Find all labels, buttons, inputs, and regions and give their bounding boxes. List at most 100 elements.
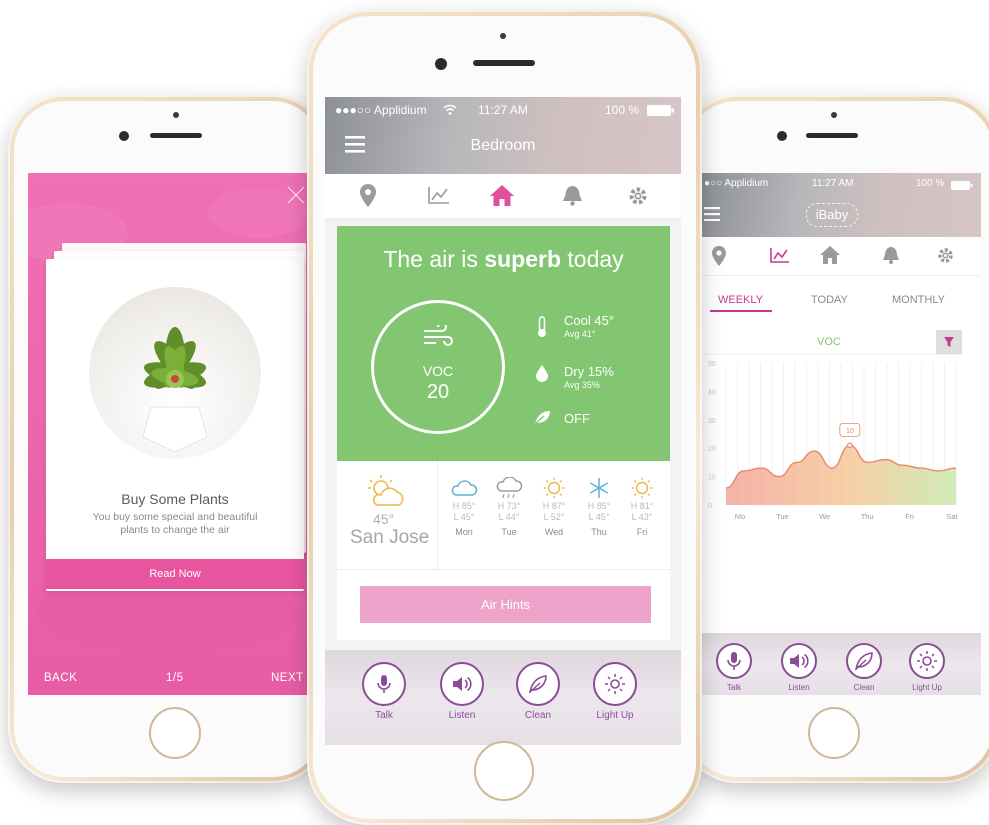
center-tabbar	[325, 174, 681, 219]
light-up-label: Light Up	[912, 683, 942, 692]
temperature-avg: Avg 41°	[564, 329, 596, 339]
partly-sunny-icon	[368, 475, 404, 506]
gear-icon[interactable]	[628, 186, 648, 206]
card-body-line-1: You buy some special and beautiful	[92, 511, 258, 523]
y-tick-label: 0	[708, 503, 712, 510]
next-button[interactable]: NEXT	[271, 672, 304, 684]
wind-icon	[424, 325, 453, 346]
right-menu-icon[interactable]	[704, 207, 720, 221]
talk-icon[interactable]	[716, 643, 752, 679]
segment-active-underline	[710, 310, 772, 312]
center-front-camera	[435, 58, 447, 70]
sun-icon	[534, 477, 574, 501]
light-up-action[interactable]: Light Up	[585, 662, 645, 721]
filter-icon	[944, 337, 954, 347]
forecast-day: H 85° L 45° Thu	[579, 477, 619, 537]
light-up-label: Light Up	[596, 710, 634, 721]
humidity-value: Dry 15%	[564, 364, 614, 379]
voc-gauge: VOC 20	[371, 300, 505, 434]
forecast-low: L 44°	[498, 512, 520, 522]
talk-label: Talk	[375, 710, 393, 721]
read-now-button[interactable]: Read Now	[46, 559, 304, 589]
filter-button[interactable]	[936, 330, 962, 354]
forecast-high: H 73°	[497, 501, 521, 511]
y-tick-label: 20	[708, 446, 716, 453]
listen-label: Listen	[448, 710, 476, 721]
voc-value: 20	[426, 381, 450, 403]
droplet-icon	[536, 365, 548, 382]
light-up-icon[interactable]	[909, 643, 945, 679]
chart-icon[interactable]	[770, 247, 790, 263]
rain-icon	[489, 476, 529, 501]
air-hints-button[interactable]: Air Hints	[360, 586, 651, 623]
x-tick-label: Thu	[861, 512, 874, 521]
listen-icon[interactable]	[781, 643, 817, 679]
y-tick-label: 10	[708, 475, 716, 482]
current-temperature: 45°	[373, 511, 395, 527]
forecast-day: H 87° L 52° Wed	[534, 477, 574, 537]
clean-label: Clean	[853, 683, 875, 692]
right-home-button[interactable]	[808, 707, 860, 759]
clean-icon[interactable]	[516, 662, 560, 706]
chart-icon[interactable]	[428, 186, 450, 204]
left-front-camera	[119, 131, 129, 141]
forecast-day-name: Wed	[544, 527, 564, 537]
home-icon[interactable]	[820, 246, 840, 264]
x-tick-label: We	[819, 512, 830, 521]
center-screen: ●●●○○ Applidium 11:27 AM 100 % Bedroom T…	[325, 97, 681, 745]
talk-action[interactable]: Talk	[354, 662, 414, 721]
segment-today[interactable]: TODAY	[811, 294, 848, 306]
listen-action[interactable]: Listen	[432, 662, 492, 721]
segment-weekly[interactable]: WEEKLY	[718, 294, 763, 306]
voc-chart: 0 10 20 30 40 50 10 Mo Tue We Thu Fri Sat	[708, 361, 959, 521]
center-sensor	[500, 33, 506, 39]
clean-action[interactable]: Clean	[838, 643, 890, 692]
listen-icon[interactable]	[440, 662, 484, 706]
forecast-low: L 45°	[453, 512, 475, 522]
center-home-button[interactable]	[474, 741, 534, 801]
forecast-low: L 45°	[588, 512, 610, 522]
listen-label: Listen	[788, 683, 810, 692]
status-time: 11:27 AM	[478, 103, 528, 117]
forecast-high: H 85°	[587, 501, 611, 511]
clean-icon[interactable]	[846, 643, 882, 679]
succulent-icon	[142, 327, 208, 453]
listen-action[interactable]: Listen	[773, 643, 825, 692]
left-speaker	[150, 133, 202, 138]
clean-action[interactable]: Clean	[508, 662, 568, 721]
bell-icon[interactable]	[563, 186, 582, 206]
x-tick-label: Fri	[905, 512, 914, 521]
talk-icon[interactable]	[362, 662, 406, 706]
location-icon[interactable]	[712, 246, 726, 266]
purifier-status: OFF	[564, 411, 590, 426]
wifi-icon	[443, 104, 457, 115]
weather-panel: 45° San Jose H 85° L 45° Mon H 73° L 44° Tue H…	[337, 461, 670, 569]
forecast-day-name: Tue	[501, 527, 517, 537]
forecast-high: H 87°	[542, 501, 566, 511]
cloud-icon	[444, 477, 484, 501]
left-home-button[interactable]	[149, 707, 201, 759]
forecast-day-name: Fri	[636, 527, 648, 537]
talk-action[interactable]: Talk	[708, 643, 760, 692]
status-battery: 100 %	[605, 103, 640, 117]
right-front-camera	[777, 131, 787, 141]
city-name: San Jose	[350, 527, 430, 548]
y-tick-label: 30	[708, 418, 716, 425]
home-icon[interactable]	[490, 185, 514, 206]
forecast-day: H 73° L 44° Tue	[489, 476, 529, 537]
air-quality-headline: The air is superb today	[383, 246, 624, 272]
light-up-icon[interactable]	[593, 662, 637, 706]
center-speaker	[473, 60, 535, 66]
close-icon[interactable]	[286, 185, 306, 205]
status-carrier: ●●●○○ Applidium	[335, 103, 427, 117]
leaf-icon	[534, 411, 550, 425]
snow-icon	[579, 477, 619, 501]
bell-icon[interactable]	[883, 247, 899, 264]
back-button[interactable]: BACK	[44, 672, 77, 684]
segment-monthly[interactable]: MONTHLY	[892, 294, 945, 306]
gear-icon[interactable]	[937, 247, 954, 264]
right-tabbar	[702, 237, 981, 276]
x-tick-label: Sat	[946, 512, 958, 521]
light-up-action[interactable]: Light Up	[901, 643, 953, 692]
location-icon[interactable]	[360, 184, 376, 207]
